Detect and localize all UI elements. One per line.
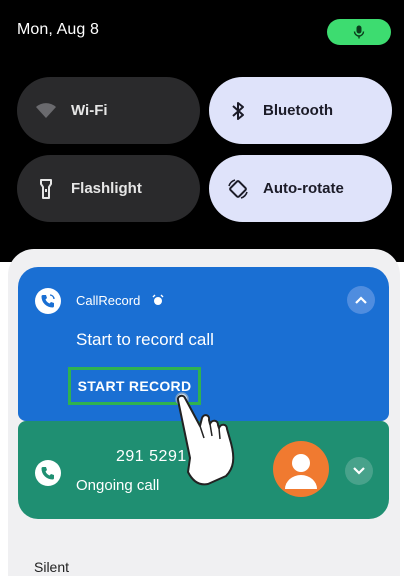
notification-app-name: CallRecord (76, 293, 141, 308)
tile-auto-rotate[interactable]: Auto-rotate (209, 155, 392, 222)
tile-label: Wi-Fi (71, 102, 108, 119)
tile-wifi[interactable]: Wi-Fi (17, 77, 200, 144)
callrecord-app-icon (35, 288, 61, 314)
tile-bluetooth[interactable]: Bluetooth (209, 77, 392, 144)
tile-label: Flashlight (71, 180, 142, 197)
status-date: Mon, Aug 8 (17, 21, 99, 38)
caller-avatar (273, 441, 329, 497)
wifi-icon (35, 100, 57, 122)
chevron-up-icon (355, 296, 367, 304)
mic-in-use-indicator[interactable] (327, 19, 391, 45)
tap-hand-pointer-icon (175, 392, 235, 486)
collapse-notification-button[interactable] (347, 286, 375, 314)
alarm-icon (152, 293, 164, 311)
flashlight-icon (35, 178, 57, 200)
notification-title: Start to record call (76, 330, 214, 349)
call-status: Ongoing call (76, 477, 160, 494)
tile-flashlight[interactable]: Flashlight (17, 155, 200, 222)
expand-notification-button[interactable] (345, 457, 373, 485)
tile-label: Bluetooth (263, 102, 333, 119)
silent-section-header: Silent (34, 559, 70, 575)
auto-rotate-icon (227, 178, 249, 200)
bluetooth-icon (227, 100, 249, 122)
chevron-down-icon (353, 467, 365, 475)
phone-icon (35, 460, 61, 486)
tile-label: Auto-rotate (263, 180, 344, 197)
mic-icon (353, 25, 365, 39)
